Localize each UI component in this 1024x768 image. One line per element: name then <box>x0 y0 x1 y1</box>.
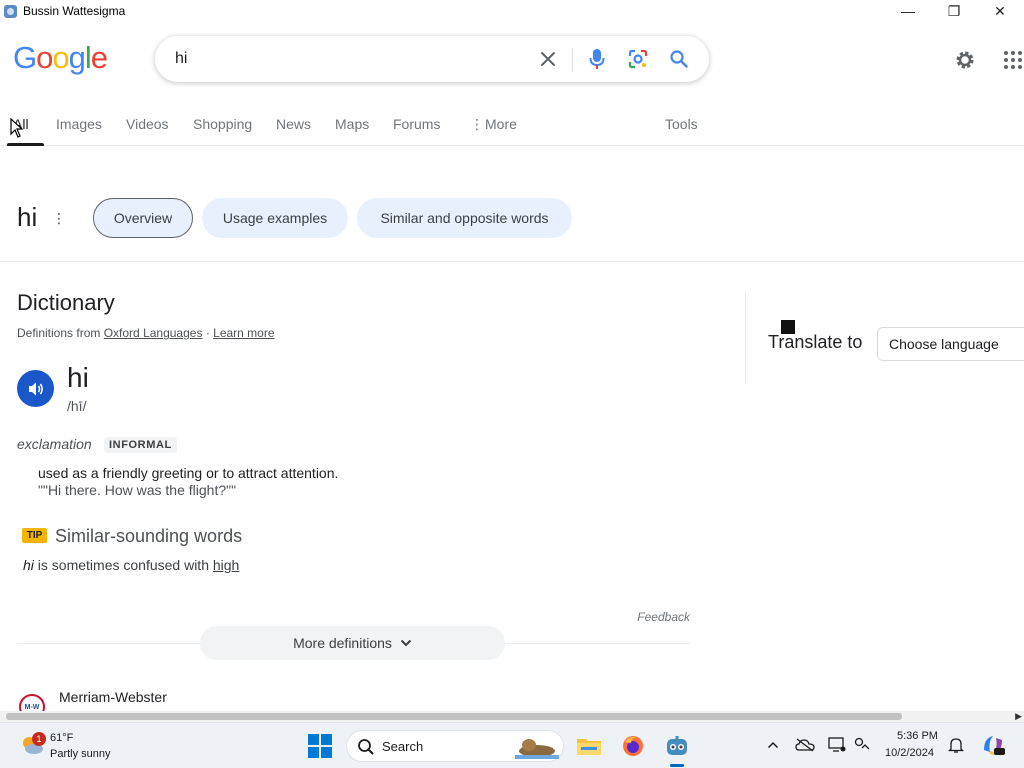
more-menu-icon[interactable]: ⋮ <box>470 116 484 133</box>
oxford-languages-link[interactable]: Oxford Languages <box>104 326 203 340</box>
logo-letter: G <box>13 40 37 75</box>
pronunciation-speaker-button[interactable] <box>17 370 54 407</box>
tab-shopping[interactable]: Shopping <box>193 116 252 132</box>
dictionary-source: Definitions from Oxford Languages · Lear… <box>17 326 275 340</box>
tab-forums[interactable]: Forums <box>393 116 440 132</box>
chip-similar-opposite-words[interactable]: Similar and opposite words <box>357 198 572 238</box>
taskbar-search-icon <box>358 739 374 755</box>
google-logo[interactable]: Google <box>13 40 108 76</box>
notification-bell-icon[interactable] <box>946 735 966 755</box>
chevron-up-icon[interactable] <box>763 735 783 755</box>
text-cursor-marker <box>781 320 795 334</box>
tip-heading: Similar-sounding words <box>55 526 243 546</box>
feedback-link[interactable]: Feedback <box>637 610 690 624</box>
taskbar: 1 61°F Partly sunny Search 5:36 PM 10/2/… <box>0 722 1024 768</box>
app-icon <box>4 4 17 18</box>
search-tabs: All Images Videos Shopping News Maps For… <box>0 112 1024 146</box>
taskbar-search[interactable]: Search <box>346 730 564 762</box>
taskbar-search-label: Search <box>382 739 424 754</box>
mouse-cursor-icon <box>10 118 24 138</box>
tab-more[interactable]: More <box>485 116 517 132</box>
more-definitions-button[interactable]: More definitions <box>200 626 505 660</box>
learn-more-link[interactable]: Learn more <box>213 326 274 340</box>
tip-word: hi <box>23 557 34 573</box>
file-explorer-icon[interactable] <box>574 731 604 761</box>
source-separator: · <box>205 326 210 340</box>
logo-letter: o <box>52 40 69 75</box>
maximize-button[interactable]: ❐ <box>931 0 977 22</box>
search-highlight-image <box>515 739 559 759</box>
clear-icon[interactable] <box>533 44 563 74</box>
search-divider <box>572 48 573 72</box>
display-icon[interactable] <box>827 735 847 755</box>
tab-videos[interactable]: Videos <box>126 116 169 132</box>
weather-alert-badge: 1 <box>32 732 46 746</box>
tab-news[interactable]: News <box>276 116 311 132</box>
word-options-icon[interactable]: ⋮ <box>52 210 66 227</box>
search-icon[interactable] <box>664 44 694 74</box>
godot-engine-icon[interactable] <box>662 731 692 767</box>
active-tab-indicator <box>7 143 44 146</box>
chip-usage-examples[interactable]: Usage examples <box>202 198 348 238</box>
tip-link-high[interactable]: high <box>213 557 239 573</box>
apps-icon[interactable] <box>998 45 1024 75</box>
translate-label: Translate to <box>768 332 863 352</box>
word-title: hi <box>17 202 38 232</box>
language-select[interactable]: Choose language <box>877 327 1024 361</box>
logo-letter: e <box>90 40 108 75</box>
window-title: Bussin Wattesigma <box>23 4 126 18</box>
example-text: ""Hi there. How was the flight?"" <box>38 482 237 498</box>
definition-text: used as a friendly greeting or to attrac… <box>38 465 339 481</box>
lens-icon[interactable] <box>623 44 653 74</box>
logo-letter: g <box>68 40 86 75</box>
horizontal-scrollbar[interactable]: ▶ <box>0 711 1024 722</box>
headword: hi <box>67 362 89 393</box>
windows-start-icon[interactable] <box>307 733 333 759</box>
tools-button[interactable]: Tools <box>665 116 698 132</box>
settings-icon[interactable] <box>950 45 980 75</box>
source-prefix: Definitions from <box>17 326 101 340</box>
clock-time[interactable]: 5:36 PM <box>897 730 938 742</box>
register-badge: INFORMAL <box>104 437 177 453</box>
dictionary-heading: Dictionary <box>17 290 115 315</box>
search-box[interactable]: hi <box>155 36 709 82</box>
scroll-right-arrow-icon[interactable]: ▶ <box>1015 711 1022 722</box>
tip-middle-text: is sometimes confused with <box>37 557 209 573</box>
chevron-down-icon <box>400 639 412 647</box>
merriam-webster-title[interactable]: Merriam-Webster <box>59 689 167 705</box>
clock-date[interactable]: 10/2/2024 <box>885 747 934 759</box>
search-input[interactable]: hi <box>175 50 187 68</box>
pronunciation: /hī/ <box>67 398 87 414</box>
logo-letter: o <box>36 40 53 75</box>
tab-images[interactable]: Images <box>56 116 102 132</box>
more-definitions-label: More definitions <box>293 635 392 651</box>
firefox-icon[interactable] <box>618 731 648 761</box>
part-of-speech: exclamation <box>17 436 92 452</box>
tip-badge: TIP <box>22 528 47 543</box>
minimize-button[interactable]: — <box>885 0 931 22</box>
copilot-icon[interactable] <box>980 732 1006 758</box>
tip-body: hi is sometimes confused with high <box>23 557 239 573</box>
scrollbar-thumb[interactable] <box>6 713 902 720</box>
close-window-button[interactable]: ✕ <box>977 0 1023 22</box>
weather-description: Partly sunny <box>50 748 111 760</box>
speaker-icon <box>28 382 43 395</box>
word-header: hi ⋮ Overview Usage examples Similar and… <box>0 190 1024 262</box>
tab-maps[interactable]: Maps <box>335 116 369 132</box>
window-titlebar: Bussin Wattesigma <box>0 0 1024 22</box>
microphone-icon[interactable] <box>582 44 612 74</box>
chip-overview[interactable]: Overview <box>93 198 193 238</box>
weather-temperature: 61°F <box>50 732 74 744</box>
weather-widget[interactable]: 1 61°F Partly sunny <box>18 729 138 763</box>
column-divider <box>745 292 746 384</box>
accessibility-icon[interactable] <box>852 735 872 755</box>
dictionary-panel: Dictionary Definitions from Oxford Langu… <box>17 290 692 720</box>
onedrive-offline-icon[interactable] <box>795 735 815 755</box>
language-select-value: Choose language <box>889 336 999 352</box>
